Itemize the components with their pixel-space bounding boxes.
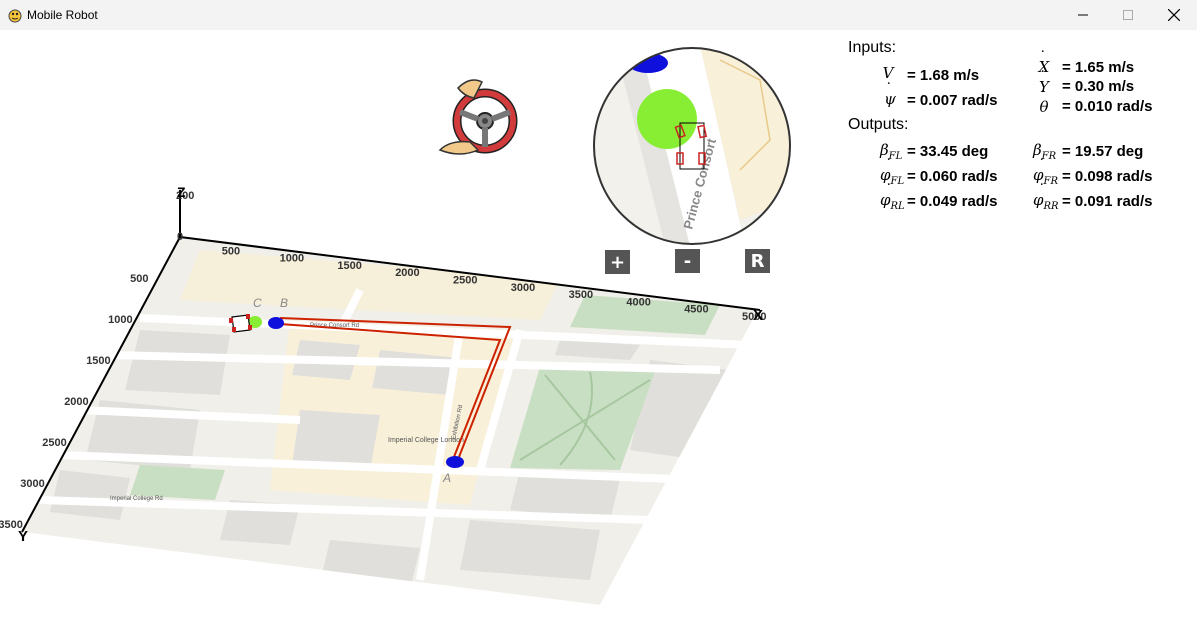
heading-rate-value: = 0.010 rad/s	[1062, 98, 1153, 115]
app-canvas: Imperial College London Prince Consort R…	[0, 30, 1197, 630]
close-button[interactable]	[1151, 0, 1197, 30]
x-tick-label: 3000	[511, 282, 535, 294]
minimap-waypoint	[628, 53, 668, 73]
waypoint-a-marker	[446, 456, 464, 468]
window-title: Mobile Robot	[27, 8, 98, 22]
close-icon	[1168, 9, 1180, 21]
x-tick-label: 3500	[569, 289, 593, 301]
yaw-rate-symbol: ˙ ψ	[884, 80, 896, 108]
waypoint-a-label: A	[442, 471, 451, 485]
waypoint-b-marker	[268, 317, 284, 329]
reset-view-button[interactable]: R	[745, 249, 770, 273]
wheel-rate-rr-symbol: ˙ φRR	[1033, 181, 1059, 212]
speed-value: = 1.68 m/s	[907, 67, 980, 84]
wheel-rate-rr-value: = 0.091 rad/s	[1062, 193, 1153, 210]
x-tick-label: 2000	[395, 267, 419, 279]
python-snake-icon	[8, 9, 22, 23]
y-axis-label: Y	[18, 528, 28, 545]
x-tick-label: 2500	[453, 275, 477, 287]
x-tick-label: 500	[222, 245, 240, 257]
inputs-header: Inputs:	[848, 39, 897, 56]
y-tick-label: 1000	[108, 314, 132, 326]
z-axis-label: Z	[177, 184, 186, 200]
minimize-icon	[1078, 14, 1088, 16]
title-bar: Mobile Robot	[0, 0, 1197, 30]
y-tick-label: 1500	[86, 355, 110, 367]
waypoint-c-label: C	[253, 296, 262, 310]
minimap: Prince Consort	[593, 47, 791, 245]
steer-angle-fl-value: = 33.45 deg	[907, 143, 989, 160]
wheel-rate-fl-value: = 0.060 rad/s	[907, 168, 998, 185]
x-velocity-value: = 1.65 m/s	[1062, 59, 1135, 76]
maximize-button[interactable]	[1105, 0, 1151, 30]
robot-vehicle	[229, 314, 252, 333]
maximize-icon	[1123, 10, 1133, 20]
y-tick-label: 3000	[20, 478, 44, 490]
x-tick-label: 4500	[684, 304, 708, 316]
origin-tick-label: 0	[177, 231, 183, 243]
zoom-in-button[interactable]: +	[605, 250, 630, 274]
heading-rate-symbol: ˙ θ	[1039, 88, 1049, 116]
wheel-rate-fr-value: = 0.098 rad/s	[1062, 168, 1153, 185]
x-tick-label: 1000	[280, 253, 304, 265]
wheel-rate-rl-symbol: ˙ φRL	[880, 181, 905, 212]
steer-angle-fr-value: = 19.57 deg	[1062, 143, 1144, 160]
minimize-button[interactable]	[1060, 0, 1106, 30]
x-axis-label: X	[753, 307, 763, 324]
y-tick-label: 500	[130, 273, 148, 285]
y-velocity-value: = 0.30 m/s	[1062, 78, 1135, 95]
y-tick-label: 2000	[64, 396, 88, 408]
y-tick-label: 2500	[42, 437, 66, 449]
road-label-imperial: Imperial College Rd	[110, 496, 163, 502]
x-tick-label: 1500	[337, 260, 361, 272]
outputs-header: Outputs:	[848, 116, 909, 133]
map-plane	[22, 237, 758, 605]
yaw-rate-value: = 0.007 rad/s	[907, 92, 998, 109]
zoom-out-button[interactable]: -	[675, 249, 700, 273]
minimap-target	[637, 89, 697, 149]
x-tick-label: 4000	[626, 296, 650, 308]
waypoint-b-label: B	[280, 296, 288, 310]
steering-wheel-icon	[438, 79, 518, 155]
scene-view[interactable]: Imperial College London Prince Consort R…	[0, 30, 1197, 630]
wheel-rate-rl-value: = 0.049 rad/s	[907, 193, 998, 210]
